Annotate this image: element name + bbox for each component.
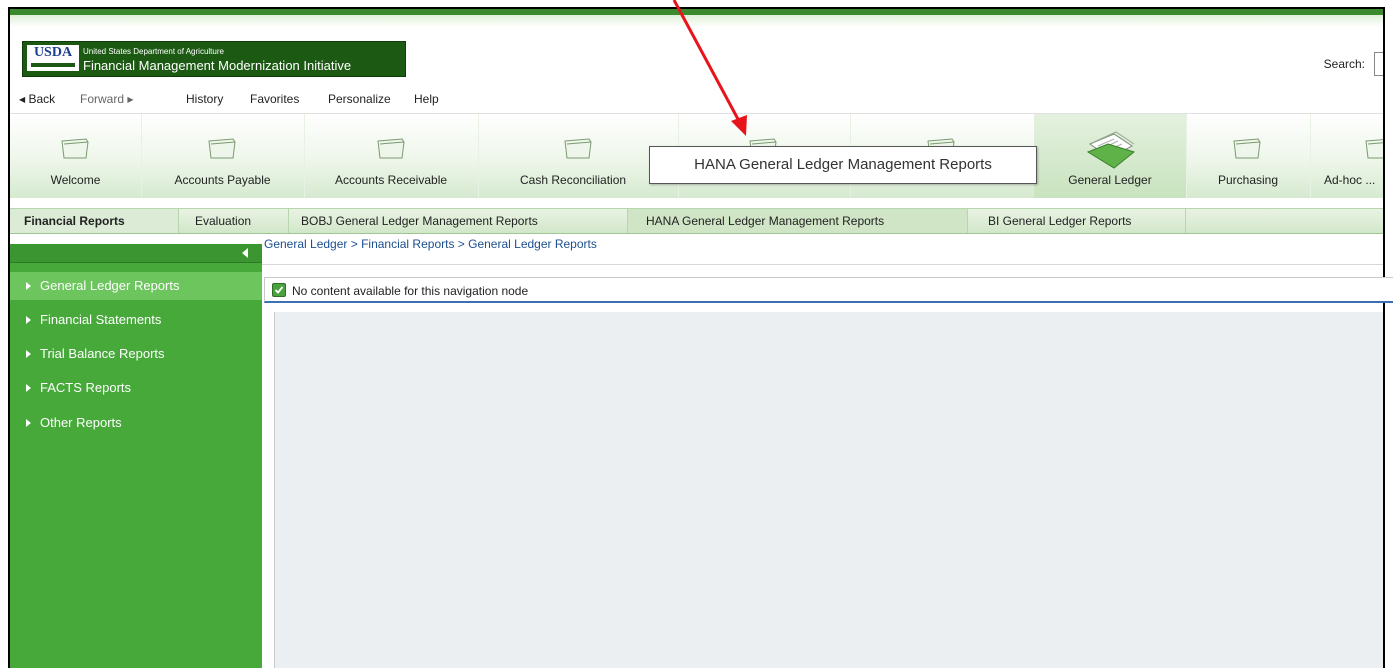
sidebar-item-trial-balance-reports[interactable]: Trial Balance Reports	[10, 340, 262, 368]
sidebar-header	[10, 244, 262, 263]
message-bar: No content available for this navigation…	[264, 277, 1393, 303]
sidebar-item-label: Financial Statements	[40, 312, 162, 327]
collapse-left-icon[interactable]	[242, 248, 248, 258]
back-button[interactable]: ◀ Back	[19, 92, 55, 106]
search-input[interactable]	[1374, 52, 1383, 76]
history-menu[interactable]: History	[186, 92, 223, 106]
content-area	[274, 312, 1383, 668]
sidebar-item-label: FACTS Reports	[40, 380, 132, 395]
sidebar-item-label: Trial Balance Reports	[40, 346, 165, 361]
tab-accounts-payable[interactable]: Accounts Payable	[141, 114, 305, 198]
expand-arrow-icon	[26, 384, 31, 392]
folder-icon	[208, 138, 236, 159]
personalize-menu[interactable]: Personalize	[328, 92, 391, 106]
favorites-menu[interactable]: Favorites	[250, 92, 299, 106]
usda-mark: USDA	[27, 45, 79, 71]
tab-general-ledger[interactable]: General Ledger	[1034, 114, 1187, 198]
subnav-financial-reports[interactable]: Financial Reports	[10, 209, 179, 233]
back-label: Back	[28, 92, 56, 106]
top-band-gradient	[10, 15, 1383, 27]
tab-accounts-receivable-label: Accounts Receivable	[334, 173, 448, 187]
header: USDA United States Department of Agricul…	[10, 27, 1383, 85]
sidebar-item-label: General Ledger Reports	[40, 278, 180, 293]
tab-cash-reconciliation-label: Cash Reconciliation	[520, 173, 627, 187]
tab-welcome-label: Welcome	[50, 173, 101, 187]
usda-mark-text: USDA	[33, 45, 73, 60]
folder-icon	[377, 138, 405, 159]
tab-purchasing-label: Purchasing	[1217, 173, 1279, 187]
forward-button[interactable]: Forward ▶	[80, 92, 134, 106]
help-menu[interactable]: Help	[414, 92, 439, 106]
folder-icon	[1365, 139, 1383, 159]
sidebar-item-other-reports[interactable]: Other Reports	[10, 409, 262, 437]
subnav-bi-gl-reports[interactable]: BI General Ledger Reports	[968, 209, 1186, 233]
logo-agency-name: United States Department of Agriculture	[83, 47, 224, 56]
logo-program-name: Financial Management Modernization Initi…	[83, 58, 352, 73]
subnav-hana-gl-reports[interactable]: HANA General Ledger Management Reports	[628, 209, 968, 233]
sidebar-item-general-ledger-reports[interactable]: General Ledger Reports	[10, 272, 262, 300]
usda-logo[interactable]: USDA United States Department of Agricul…	[22, 41, 406, 77]
forward-label: Forward	[80, 92, 125, 106]
tab-general-ledger-label: General Ledger	[1068, 173, 1152, 187]
forward-arrow-icon: ▶	[127, 95, 134, 104]
back-arrow-icon: ◀	[19, 95, 26, 104]
breadcrumb[interactable]: General Ledger > Financial Reports > Gen…	[264, 237, 597, 251]
tab-ad-hoc[interactable]: Ad-hoc ...	[1310, 114, 1383, 198]
message-text: No content available for this navigation…	[292, 284, 529, 298]
expand-arrow-icon	[26, 316, 31, 324]
open-folder-icon	[1086, 131, 1136, 169]
sidebar-item-facts-reports[interactable]: FACTS Reports	[10, 374, 262, 402]
usda-mark-underline	[31, 63, 75, 67]
second-level-nav: Financial Reports Evaluation BOBJ Genera…	[10, 208, 1383, 234]
search-label: Search:	[1323, 57, 1365, 71]
tab-welcome[interactable]: Welcome	[10, 114, 142, 198]
tab-purchasing[interactable]: Purchasing	[1186, 114, 1311, 198]
expand-arrow-icon	[26, 419, 31, 427]
sidebar-item-label: Other Reports	[40, 415, 122, 430]
tab-ad-hoc-label: Ad-hoc ...	[1324, 173, 1376, 187]
checkbox-icon	[272, 283, 286, 297]
subnav-evaluation[interactable]: Evaluation	[179, 209, 289, 233]
sidebar: General Ledger Reports Financial Stateme…	[10, 244, 262, 668]
folder-icon	[564, 138, 592, 159]
folder-icon	[61, 138, 89, 159]
toolbar: ◀ Back Forward ▶ History Favorites Perso…	[10, 85, 1383, 114]
tab-accounts-receivable[interactable]: Accounts Receivable	[304, 114, 479, 198]
folder-icon	[1233, 138, 1261, 159]
tab-tooltip: HANA General Ledger Management Reports	[649, 146, 1037, 184]
sidebar-item-financial-statements[interactable]: Financial Statements	[10, 306, 262, 334]
expand-arrow-icon	[26, 350, 31, 358]
subnav-bobj-gl-reports[interactable]: BOBJ General Ledger Management Reports	[289, 209, 628, 233]
expand-arrow-icon	[26, 282, 31, 290]
portal-window: USDA United States Department of Agricul…	[8, 7, 1385, 668]
tab-accounts-payable-label: Accounts Payable	[174, 173, 271, 187]
